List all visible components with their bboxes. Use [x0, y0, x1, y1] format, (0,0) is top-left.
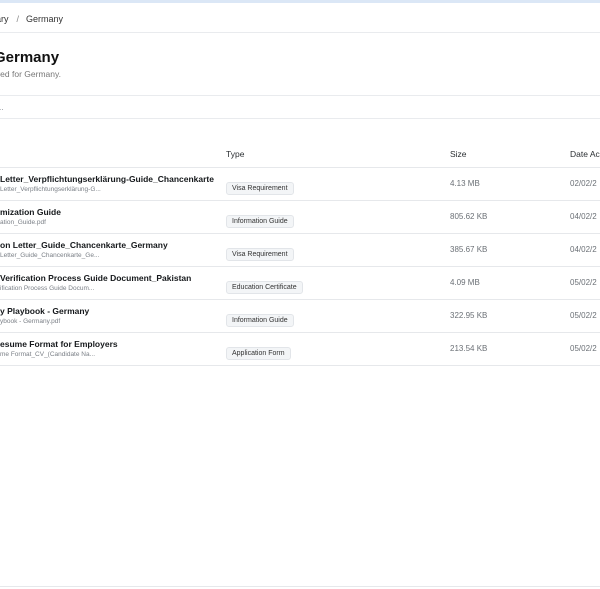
breadcrumb-separator: /	[16, 14, 20, 24]
document-filename: ification Process Guide Docum...	[0, 285, 95, 292]
document-filename: Letter_Verpflichtungserklärung-G...	[0, 186, 101, 193]
type-badge: Visa Requirement	[226, 248, 294, 261]
page-subtitle: quired for Germany.	[0, 69, 61, 79]
type-badge: Visa Requirement	[226, 182, 294, 195]
document-title[interactable]: on Letter_Guide_Chancenkarte_Germany	[0, 240, 218, 250]
page-title: Germany	[0, 49, 60, 66]
column-header-date-added[interactable]: Date Ac	[570, 149, 600, 159]
type-badge: Application Form	[226, 347, 291, 360]
document-type-cell: Visa Requirement	[226, 243, 294, 261]
document-size: 4.13 MB	[450, 179, 480, 188]
document-filename: Letter_Guide_Chancenkarte_Ge...	[0, 252, 100, 259]
breadcrumb-current: Germany	[26, 14, 64, 24]
document-type-cell: Information Guide	[226, 210, 294, 228]
type-badge: Information Guide	[226, 314, 294, 327]
document-size: 213.54 KB	[450, 344, 488, 353]
table-row[interactable]: Letter_Verpflichtungserklärung-Guide_Cha…	[0, 168, 600, 201]
document-name-cell: y Playbook - Germany ybook - Germany.pdf	[0, 306, 218, 325]
document-date: 04/02/2	[570, 245, 597, 254]
documents-table: Type Size Date Ac Letter_Verpflichtungse…	[0, 145, 600, 366]
document-date: 05/02/2	[570, 311, 597, 320]
document-type-cell: Application Form	[226, 342, 291, 360]
document-name-cell: on Letter_Guide_Chancenkarte_Germany Let…	[0, 240, 218, 259]
document-filename: ybook - Germany.pdf	[0, 318, 61, 325]
document-title[interactable]: esume Format for Employers	[0, 339, 218, 349]
table-row[interactable]: on Letter_Guide_Chancenkarte_Germany Let…	[0, 234, 600, 267]
breadcrumb-library-link[interactable]: orary	[0, 14, 9, 24]
document-date: 05/02/2	[570, 344, 597, 353]
search-bar	[0, 95, 600, 119]
document-name-cell: mization Guide ation_Guide.pdf	[0, 207, 218, 226]
table-row[interactable]: Verification Process Guide Document_Paki…	[0, 267, 600, 300]
column-header-size[interactable]: Size	[450, 149, 467, 159]
search-input[interactable]	[0, 99, 290, 114]
document-date: 04/02/2	[570, 212, 597, 221]
document-date: 02/02/2	[570, 179, 597, 188]
document-name-cell: esume Format for Employers me Format_CV_…	[0, 339, 218, 358]
document-type-cell: Information Guide	[226, 309, 294, 327]
table-row[interactable]: y Playbook - Germany ybook - Germany.pdf…	[0, 300, 600, 333]
document-type-cell: Education Certificate	[226, 276, 303, 294]
document-title[interactable]: mization Guide	[0, 207, 218, 217]
top-accent-bar	[0, 0, 600, 3]
type-badge: Education Certificate	[226, 281, 303, 294]
breadcrumb: orary / Germany	[0, 12, 63, 26]
breadcrumb-divider	[0, 32, 600, 33]
column-header-type[interactable]: Type	[226, 149, 244, 159]
table-row[interactable]: esume Format for Employers me Format_CV_…	[0, 333, 600, 366]
document-title[interactable]: Verification Process Guide Document_Paki…	[0, 273, 218, 283]
document-title[interactable]: Letter_Verpflichtungserklärung-Guide_Cha…	[0, 174, 218, 184]
table-header: Type Size Date Ac	[0, 145, 600, 168]
document-date: 05/02/2	[570, 278, 597, 287]
document-name-cell: Letter_Verpflichtungserklärung-Guide_Cha…	[0, 174, 218, 193]
document-size: 322.95 KB	[450, 311, 488, 320]
document-size: 805.62 KB	[450, 212, 488, 221]
document-filename: me Format_CV_(Candidate Na...	[0, 351, 96, 358]
document-name-cell: Verification Process Guide Document_Paki…	[0, 273, 218, 292]
table-row[interactable]: mization Guide ation_Guide.pdf Informati…	[0, 201, 600, 234]
document-type-cell: Visa Requirement	[226, 177, 294, 195]
document-size: 4.09 MB	[450, 278, 480, 287]
type-badge: Information Guide	[226, 215, 294, 228]
document-size: 385.67 KB	[450, 245, 488, 254]
document-filename: ation_Guide.pdf	[0, 219, 46, 226]
document-title[interactable]: y Playbook - Germany	[0, 306, 218, 316]
bottom-divider	[0, 586, 600, 587]
